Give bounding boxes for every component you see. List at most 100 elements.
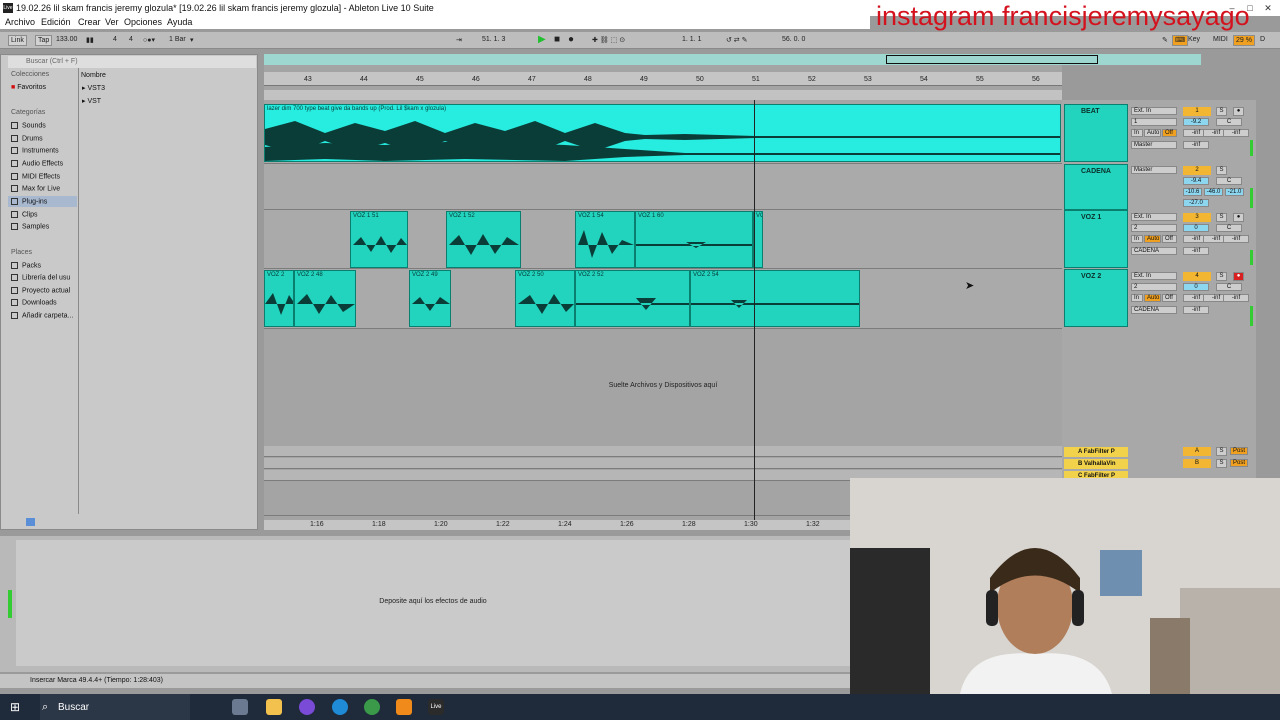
input-channel-select[interactable]: 2: [1131, 224, 1177, 232]
taskbar-search-box[interactable]: ⌕ Buscar: [40, 694, 190, 720]
place-downloads[interactable]: Downloads: [11, 299, 57, 306]
time-ruler[interactable]: 1:16 1:18 1:20 1:22 1:24 1:26 1:28 1:30 …: [264, 520, 850, 530]
overview-visible-region[interactable]: [886, 55, 1098, 64]
time-sig-numerator[interactable]: 4: [113, 36, 117, 43]
monitor-off-button[interactable]: Off: [1162, 235, 1177, 243]
audio-clip-voz1[interactable]: VOZ 1 60: [635, 211, 753, 268]
pan-field[interactable]: C: [1216, 283, 1242, 291]
stop-icon[interactable]: ■: [554, 34, 560, 45]
solo-button[interactable]: S: [1216, 447, 1227, 456]
input-type-select[interactable]: Ext. In: [1131, 272, 1177, 280]
pan-field[interactable]: C: [1216, 118, 1242, 126]
browser-item-vst3[interactable]: ▸ VST3: [82, 84, 105, 92]
track-activator[interactable]: 3: [1183, 213, 1211, 222]
input-type-select[interactable]: Ext. In: [1131, 107, 1177, 115]
minimize-icon[interactable]: –: [1226, 2, 1238, 14]
send-c-field[interactable]: -21.0: [1225, 188, 1244, 196]
category-instruments[interactable]: Instruments: [11, 147, 59, 154]
arm-button[interactable]: ●: [1233, 107, 1244, 116]
task-view-icon[interactable]: [232, 699, 248, 715]
monitor-auto-button[interactable]: Auto: [1144, 294, 1161, 302]
link-button[interactable]: Link: [8, 35, 27, 46]
solo-button[interactable]: S: [1216, 459, 1227, 468]
category-sounds[interactable]: Sounds: [11, 122, 46, 129]
post-button[interactable]: Post: [1230, 447, 1248, 455]
return-lane-a[interactable]: [264, 446, 1062, 457]
track-activator[interactable]: 2: [1183, 166, 1211, 175]
ableton-live-icon[interactable]: Live: [428, 699, 444, 715]
place-current-project[interactable]: Proyecto actual: [11, 287, 70, 294]
name-column-header[interactable]: Nombre: [81, 72, 106, 79]
return-track-a[interactable]: A FabFilter P: [1064, 447, 1128, 457]
solo-button[interactable]: S: [1216, 166, 1227, 175]
track-header-voz1[interactable]: VOZ 1: [1064, 210, 1128, 268]
volume-field[interactable]: 0: [1183, 224, 1209, 232]
category-max-for-live[interactable]: Max for Live: [11, 185, 60, 192]
loop-icon[interactable]: ↺ ⇄ ✎: [726, 36, 748, 44]
audio-clip-voz2[interactable]: VOZ 2: [264, 270, 294, 327]
close-icon[interactable]: ✕: [1262, 2, 1274, 14]
audio-clip-beat[interactable]: lazer dim 700 type beat give da bands up…: [264, 104, 1061, 162]
send-c-field[interactable]: -inf: [1223, 235, 1249, 243]
chrome-icon[interactable]: [364, 699, 380, 715]
edge-icon[interactable]: [332, 699, 348, 715]
browser-search-input[interactable]: Buscar (Ctrl + F): [8, 56, 256, 68]
quantize-select[interactable]: 1 Bar: [169, 36, 186, 43]
loop-brace-lane[interactable]: [264, 90, 1062, 100]
place-user-library[interactable]: Librería del usu: [11, 274, 70, 281]
maximize-icon[interactable]: □: [1244, 2, 1256, 14]
solo-button[interactable]: S: [1216, 213, 1227, 222]
output-select[interactable]: CADENA: [1131, 306, 1177, 314]
category-clips[interactable]: Clips: [11, 211, 38, 218]
category-drums[interactable]: Drums: [11, 135, 43, 142]
menu-edicion[interactable]: Edición: [41, 17, 71, 27]
tap-button[interactable]: Tap: [35, 35, 53, 46]
monitor-off-button[interactable]: Off: [1162, 129, 1177, 137]
arm-button[interactable]: ●: [1233, 213, 1244, 222]
menu-opciones[interactable]: Opciones: [124, 17, 162, 27]
audio-clip-voz2[interactable]: VOZ 2 50: [515, 270, 575, 327]
monitor-in-button[interactable]: In: [1131, 294, 1143, 302]
track-lane-voz1[interactable]: VOZ 1 51 VOZ 1 52 VOZ 1 54 VOZ 1 60 VO: [264, 210, 1062, 269]
place-packs[interactable]: Packs: [11, 262, 41, 269]
time-sig-denominator[interactable]: 4: [129, 36, 133, 43]
return-lane-b[interactable]: [264, 458, 1062, 469]
audio-clip-voz2[interactable]: VOZ 2 54: [690, 270, 860, 327]
audio-clip-voz2[interactable]: VOZ 2 49: [409, 270, 451, 327]
track-lane-beat[interactable]: lazer dim 700 type beat give da bands up…: [264, 104, 1062, 164]
menu-archivo[interactable]: Archivo: [5, 17, 35, 27]
loop-length-field[interactable]: 56. 0. 0: [782, 36, 805, 43]
send-b-field[interactable]: -46.0: [1204, 188, 1223, 196]
beat-time-ruler[interactable]: 43 44 45 46 47 48 49 50 51 52 53 54 55 5…: [264, 72, 1062, 86]
audio-clip-voz1[interactable]: VOZ 1 52: [446, 211, 521, 268]
play-icon[interactable]: ▶: [538, 34, 546, 45]
input-channel-select[interactable]: 2: [1131, 283, 1177, 291]
volume-field[interactable]: 0: [1183, 283, 1209, 291]
monitor-in-button[interactable]: In: [1131, 235, 1143, 243]
tempo-field[interactable]: 133.00: [56, 36, 77, 43]
track-header-cadena[interactable]: CADENA: [1064, 164, 1128, 210]
volume-field[interactable]: -9.2: [1183, 118, 1209, 126]
key-map-button[interactable]: Key: [1188, 36, 1200, 43]
audio-clip-voz2[interactable]: VOZ 2 52: [575, 270, 690, 327]
track-header-voz2[interactable]: VOZ 2: [1064, 269, 1128, 327]
return-activator[interactable]: B: [1183, 459, 1211, 468]
monitor-off-button[interactable]: Off: [1162, 294, 1177, 302]
track-lane-cadena[interactable]: [264, 164, 1062, 210]
track-lane-voz2[interactable]: VOZ 2 VOZ 2 48 VOZ 2 49 VOZ 2 50 VOZ 2 5…: [264, 269, 1062, 329]
follow-icon[interactable]: ⇥: [456, 36, 462, 44]
menu-ver[interactable]: Ver: [105, 17, 119, 27]
pan-field[interactable]: C: [1216, 224, 1242, 232]
audio-clip-voz1[interactable]: VOZ 1 54: [575, 211, 635, 268]
post-button[interactable]: Post: [1230, 459, 1248, 467]
browser-item-vst[interactable]: ▸ VST: [82, 97, 101, 105]
category-samples[interactable]: Samples: [11, 223, 49, 230]
vlc-icon[interactable]: [396, 699, 412, 715]
monitor-auto-button[interactable]: Auto: [1144, 129, 1161, 137]
solo-button[interactable]: S: [1216, 107, 1227, 116]
record-icon[interactable]: ●: [568, 34, 574, 45]
input-type-select[interactable]: Ext. In: [1131, 213, 1177, 221]
return-track-b[interactable]: B ValhallaVin: [1064, 459, 1128, 469]
track-header-beat[interactable]: BEAT: [1064, 104, 1128, 162]
output-select[interactable]: CADENA: [1131, 247, 1177, 255]
